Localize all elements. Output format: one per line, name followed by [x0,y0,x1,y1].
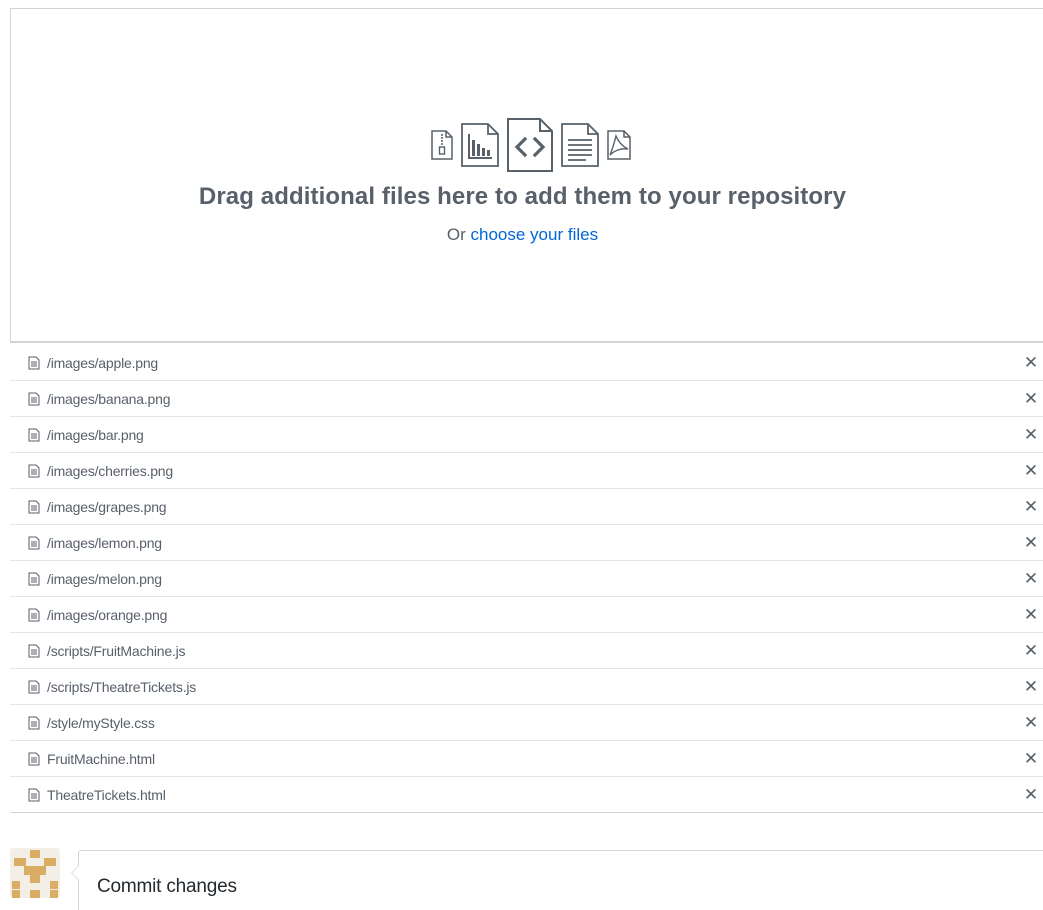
file-row: /scripts/FruitMachine.js ✕ [10,633,1043,669]
commit-form: Commit changes [71,850,1043,910]
remove-file-button[interactable]: ✕ [1019,489,1043,525]
file-name: /style/myStyle.css [47,714,155,731]
file-icon [28,572,40,585]
file-name: /images/orange.png [47,606,168,623]
file-icon [28,500,40,513]
file-name: /scripts/TheatreTickets.js [47,678,197,695]
file-icon [28,716,40,729]
remove-file-button[interactable]: ✕ [1019,777,1043,813]
file-row: /images/bar.png ✕ [10,417,1043,453]
file-icon [28,356,40,369]
file-icon [28,644,40,657]
file-row: TheatreTickets.html ✕ [10,777,1043,813]
file-row: /images/apple.png ✕ [10,345,1043,381]
file-name: /images/melon.png [47,570,162,587]
remove-file-button[interactable]: ✕ [1019,417,1043,453]
remove-file-button[interactable]: ✕ [1019,453,1043,489]
remove-file-button[interactable]: ✕ [1019,525,1043,561]
file-row: /style/myStyle.css ✕ [10,705,1043,741]
remove-file-button[interactable]: ✕ [1019,669,1043,705]
text-file-icon [560,123,599,167]
remove-file-button[interactable]: ✕ [1019,381,1043,417]
file-type-icons [11,117,1043,173]
file-row: /images/lemon.png ✕ [10,525,1043,561]
file-icon [28,788,40,801]
file-row: /images/orange.png ✕ [10,597,1043,633]
remove-file-button[interactable]: ✕ [1019,345,1043,381]
remove-file-button[interactable]: ✕ [1019,561,1043,597]
avatar [10,848,60,898]
file-icon [28,752,40,765]
file-icon [28,428,40,441]
file-name: TheatreTickets.html [47,786,166,803]
commit-title: Commit changes [97,876,237,897]
code-file-icon [506,118,553,172]
dropzone-subtitle: Or choose your files [1,225,1043,245]
file-row: /images/melon.png ✕ [10,561,1043,597]
file-name: /images/cherries.png [47,462,173,479]
file-name: /images/lemon.png [47,534,162,551]
file-name: /images/apple.png [47,354,159,371]
file-row: /images/banana.png ✕ [10,381,1043,417]
file-name: FruitMachine.html [47,750,155,767]
file-name: /scripts/FruitMachine.js [47,642,186,659]
dropzone-subtitle-prefix: Or [446,225,471,244]
file-icon [28,536,40,549]
dropzone-title: Drag additional files here to add them t… [198,183,847,210]
file-name: /images/banana.png [47,390,171,407]
file-icon [28,464,40,477]
pdf-file-icon [606,130,631,160]
file-icon [28,392,40,405]
file-dropzone[interactable]: Drag additional files here to add them t… [10,8,1043,343]
remove-file-button[interactable]: ✕ [1019,597,1043,633]
remove-file-button[interactable]: ✕ [1019,705,1043,741]
commit-section: Commit changes [10,848,1043,910]
chart-file-icon [460,123,499,167]
file-name: /images/bar.png [47,426,144,443]
remove-file-button[interactable]: ✕ [1019,633,1043,669]
file-icon [28,608,40,621]
file-row: /images/cherries.png ✕ [10,453,1043,489]
file-name: /images/grapes.png [47,498,167,515]
uploaded-file-list: /images/apple.png ✕ /images/banana.png ✕… [10,345,1043,813]
zip-file-icon [430,130,453,160]
file-icon [28,680,40,693]
file-row: /images/grapes.png ✕ [10,489,1043,525]
remove-file-button[interactable]: ✕ [1019,741,1043,777]
file-row: /scripts/TheatreTickets.js ✕ [10,669,1043,705]
choose-files-link[interactable]: choose your files [471,225,599,244]
file-row: FruitMachine.html ✕ [10,741,1043,777]
